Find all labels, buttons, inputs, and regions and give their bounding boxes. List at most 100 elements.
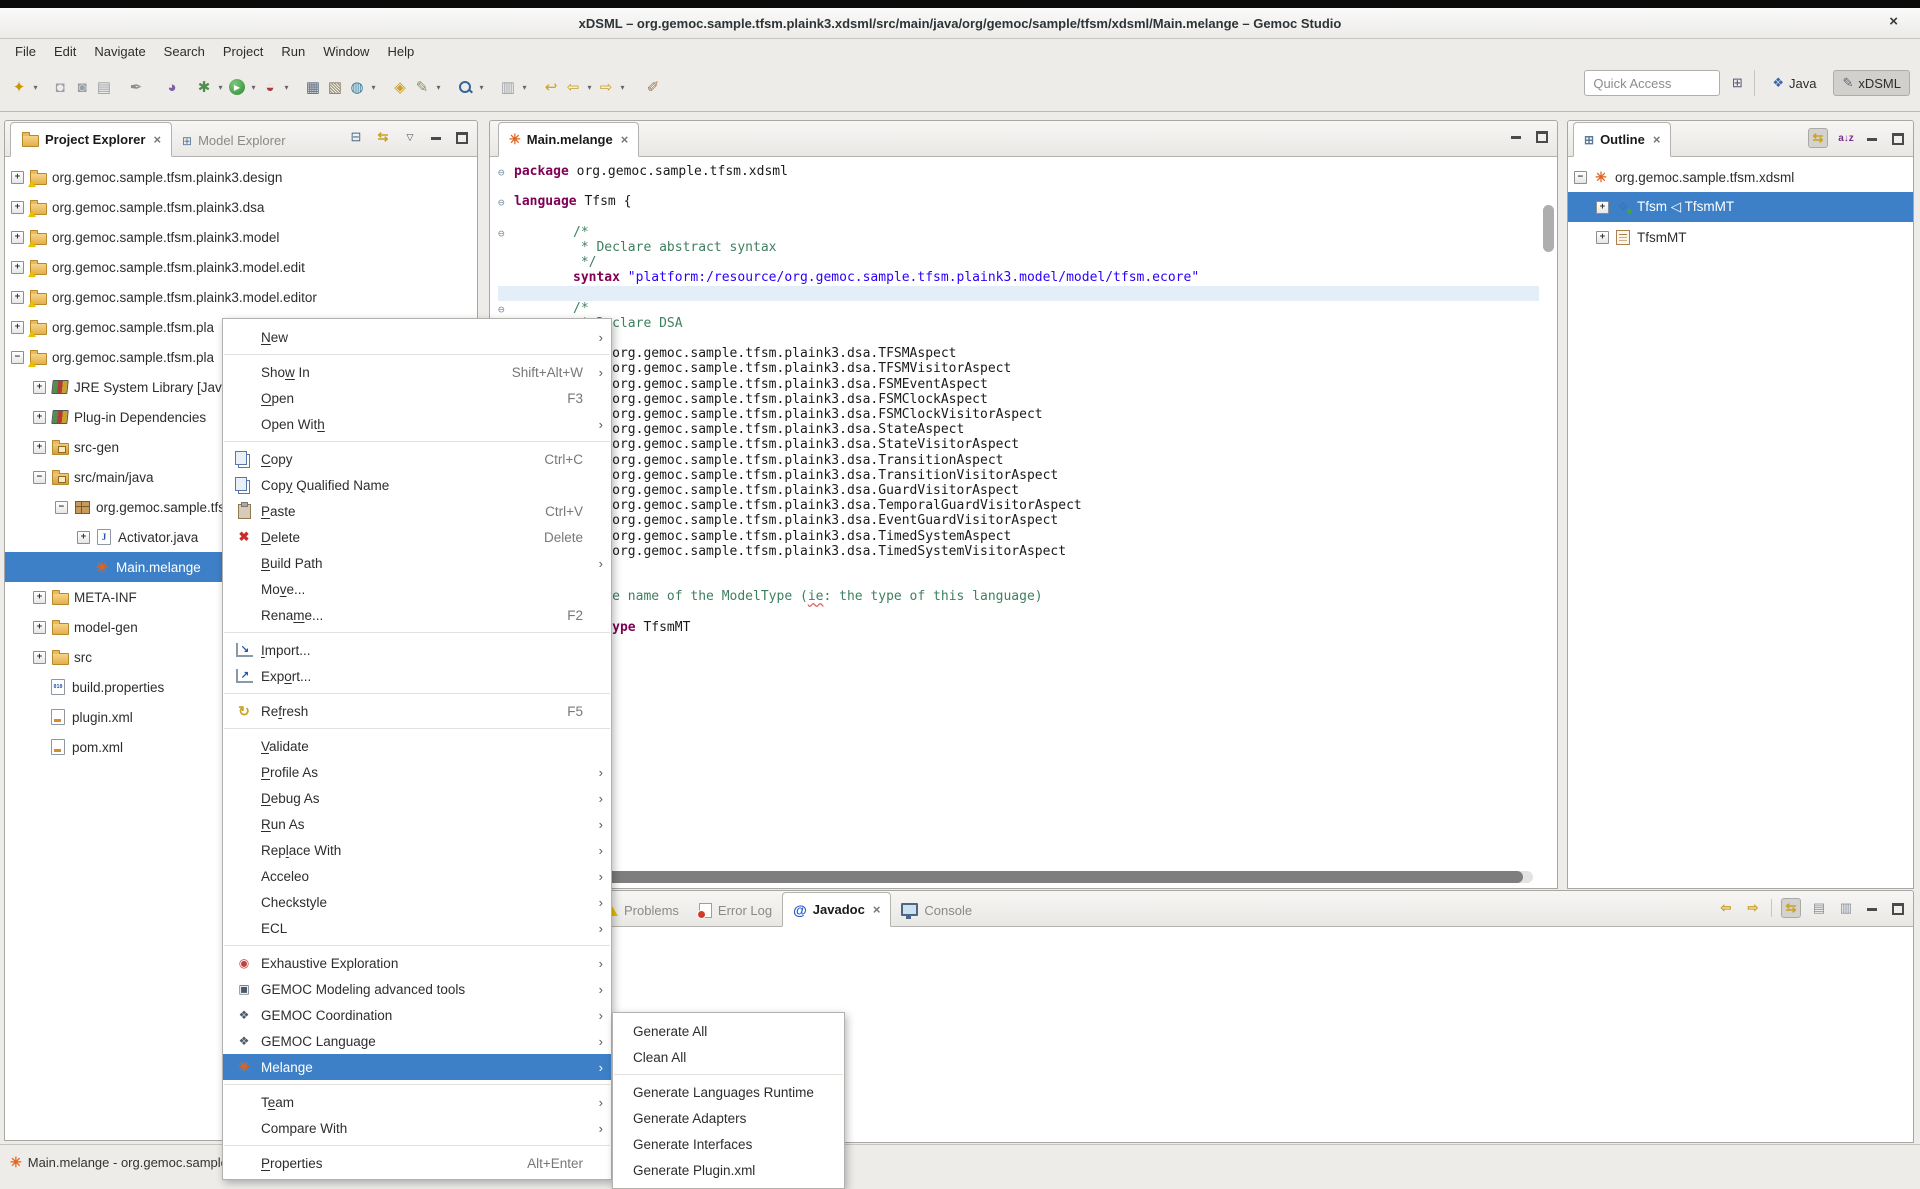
menu-item-generate-adapters[interactable]: Generate Adapters [613,1105,844,1131]
expander-icon[interactable]: + [33,621,46,634]
menu-item-team[interactable]: Team› [223,1089,611,1115]
code-editor[interactable]: ⊖package org.gemoc.sample.tfsm.xdsml ⊖lan… [490,157,1557,888]
debug-icon[interactable]: ✱ [193,74,215,100]
menu-item-export[interactable]: ↗Export... [223,663,611,689]
tree-item-org-gemoc-sample-tfsm-plaink3-model-edit[interactable]: +org.gemoc.sample.tfsm.plaink3.model.edi… [5,252,477,282]
dropdown-caret-icon[interactable]: ▾ [476,83,487,92]
menu-item-show-in[interactable]: Show InShift+Alt+W› [223,359,611,385]
expander-icon[interactable]: + [1596,231,1609,244]
code-line[interactable]: ⊖package org.gemoc.sample.tfsm.xdsml [498,164,1539,179]
code-line[interactable] [498,210,1539,225]
minimize-icon[interactable] [1508,128,1524,144]
open-input-icon[interactable]: ▤ [1810,899,1828,917]
menu-item-validate[interactable]: Validate [223,733,611,759]
collapse-all-icon[interactable]: ⊟ [347,128,365,146]
pin-editor-icon[interactable]: ✐ [642,74,664,100]
dropdown-caret-icon[interactable]: ▾ [215,83,226,92]
link-with-editor-icon[interactable]: ⇆ [1808,128,1828,148]
new-package-icon[interactable]: ▧ [324,74,346,100]
link-with-selection-icon[interactable]: ⇆ [1781,898,1801,918]
close-icon[interactable]: × [153,132,161,147]
menu-item-rename[interactable]: Rename...F2 [223,602,611,628]
code-line[interactable] [498,179,1539,194]
save-icon[interactable]: ◘ [49,74,71,100]
maximize-icon[interactable] [1889,900,1905,916]
code-line[interactable]: ⊖language Tfsm { [498,194,1539,209]
menubar-item-navigate[interactable]: Navigate [85,41,154,62]
expander-icon[interactable]: − [33,471,46,484]
code-line[interactable]: with org.gemoc.sample.tfsm.plaink3.dsa.T… [498,453,1539,468]
dropdown-caret-icon[interactable]: ▾ [519,83,530,92]
save-all-icon[interactable]: ◙ [71,74,93,100]
code-line[interactable]: with org.gemoc.sample.tfsm.plaink3.dsa.T… [498,361,1539,376]
menu-item-checkstyle[interactable]: Checkstyle› [223,889,611,915]
minimize-icon[interactable] [428,129,444,145]
editor-vertical-scrollbar[interactable] [1543,205,1554,252]
mark-occurrences-icon[interactable]: ▥ [497,74,519,100]
code-line[interactable]: syntax "platform:/resource/org.gemoc.sam… [498,270,1539,285]
code-line[interactable] [498,574,1539,589]
tab-project-explorer[interactable]: Project Explorer × [10,122,172,157]
menu-item-gemoc-modeling-advanced-tools[interactable]: ▣GEMOC Modeling advanced tools› [223,976,611,1002]
maximize-icon[interactable] [1533,128,1549,144]
open-type-icon[interactable]: ◈ [389,74,411,100]
expander-icon[interactable]: + [11,231,24,244]
code-line[interactable]: ⊖/* [498,301,1539,316]
code-line[interactable] [498,559,1539,574]
menu-item-build-path[interactable]: Build Path› [223,550,611,576]
code-line[interactable]: with org.gemoc.sample.tfsm.plaink3.dsa.E… [498,513,1539,528]
expander-icon[interactable]: + [77,531,90,544]
menu-item-copy[interactable]: CopyCtrl+C [223,446,611,472]
menubar-item-edit[interactable]: Edit [45,41,85,62]
link-with-editor-icon[interactable]: ⇆ [374,128,392,146]
expander-icon[interactable]: + [33,651,46,664]
code-line[interactable] [498,604,1539,619]
code-line[interactable]: with org.gemoc.sample.tfsm.plaink3.dsa.F… [498,377,1539,392]
print-icon[interactable]: ▤ [93,74,115,100]
window-close-button[interactable]: × [1883,11,1904,32]
expander-icon[interactable]: + [11,201,24,214]
tab-model-explorer[interactable]: ⊞ Model Explorer [172,124,296,157]
expander-icon[interactable]: + [33,441,46,454]
expander-icon[interactable]: − [1574,171,1587,184]
expander-icon[interactable]: − [11,351,24,364]
menu-item-clean-all[interactable]: Clean All [613,1044,844,1070]
quick-access-input[interactable] [1584,70,1720,96]
menu-item-new[interactable]: New› [223,324,611,350]
close-icon[interactable]: × [621,132,629,147]
code-line[interactable]: with org.gemoc.sample.tfsm.plaink3.dsa.T… [498,346,1539,361]
tree-item-tfsm-tfsmmt[interactable]: +❖Tfsm ◁ TfsmMT [1568,192,1913,222]
run-icon[interactable]: ▶ [226,74,248,100]
menu-item-exhaustive-exploration[interactable]: ◉Exhaustive Exploration› [223,950,611,976]
code-line[interactable]: * Declare DSA [498,316,1539,331]
tab-main-melange[interactable]: ✳ Main.melange × [498,122,639,157]
code-line[interactable]: ⊖/* [498,225,1539,240]
annotation-icon[interactable]: ✎ [411,74,433,100]
forward-icon[interactable]: ⇨ [595,74,617,100]
tree-item-org-gemoc-sample-tfsm-plaink3-design[interactable]: +org.gemoc.sample.tfsm.plaink3.design [5,162,477,192]
code-line[interactable]: // the name of the ModelType (ie: the ty… [498,589,1539,604]
fold-marker-icon[interactable]: ⊖ [498,195,505,210]
code-line[interactable] [498,286,1539,301]
code-line[interactable]: * Declare abstract syntax [498,240,1539,255]
sort-alphabetically-icon[interactable]: a↓z [1837,129,1855,147]
tree-item-tfsmmt[interactable]: +TfsmMT [1568,222,1913,252]
dropdown-caret-icon[interactable]: ▾ [281,83,292,92]
tree-item-org-gemoc-sample-tfsm-plaink3-model-editor[interactable]: +org.gemoc.sample.tfsm.plaink3.model.edi… [5,282,477,312]
view-menu-icon[interactable]: ▽ [401,128,419,146]
web-browser-icon[interactable]: ◍ [346,74,368,100]
back-icon[interactable]: ⇦ [562,74,584,100]
expander-icon[interactable]: + [33,411,46,424]
forward-icon[interactable]: ⇨ [1744,899,1762,917]
menu-item-replace-with[interactable]: Replace With› [223,837,611,863]
menubar-item-run[interactable]: Run [272,41,314,62]
menu-item-paste[interactable]: PasteCtrl+V [223,498,611,524]
menu-item-import[interactable]: ↘Import... [223,637,611,663]
external-tools-icon[interactable]: ✒ [125,74,147,100]
expander-icon[interactable]: + [11,261,24,274]
menu-item-profile-as[interactable]: Profile As› [223,759,611,785]
menu-item-ecl[interactable]: ECL› [223,915,611,941]
code-line[interactable]: with org.gemoc.sample.tfsm.plaink3.dsa.S… [498,422,1539,437]
menu-item-run-as[interactable]: Run As› [223,811,611,837]
last-edit-location-icon[interactable]: ↩ [540,74,562,100]
